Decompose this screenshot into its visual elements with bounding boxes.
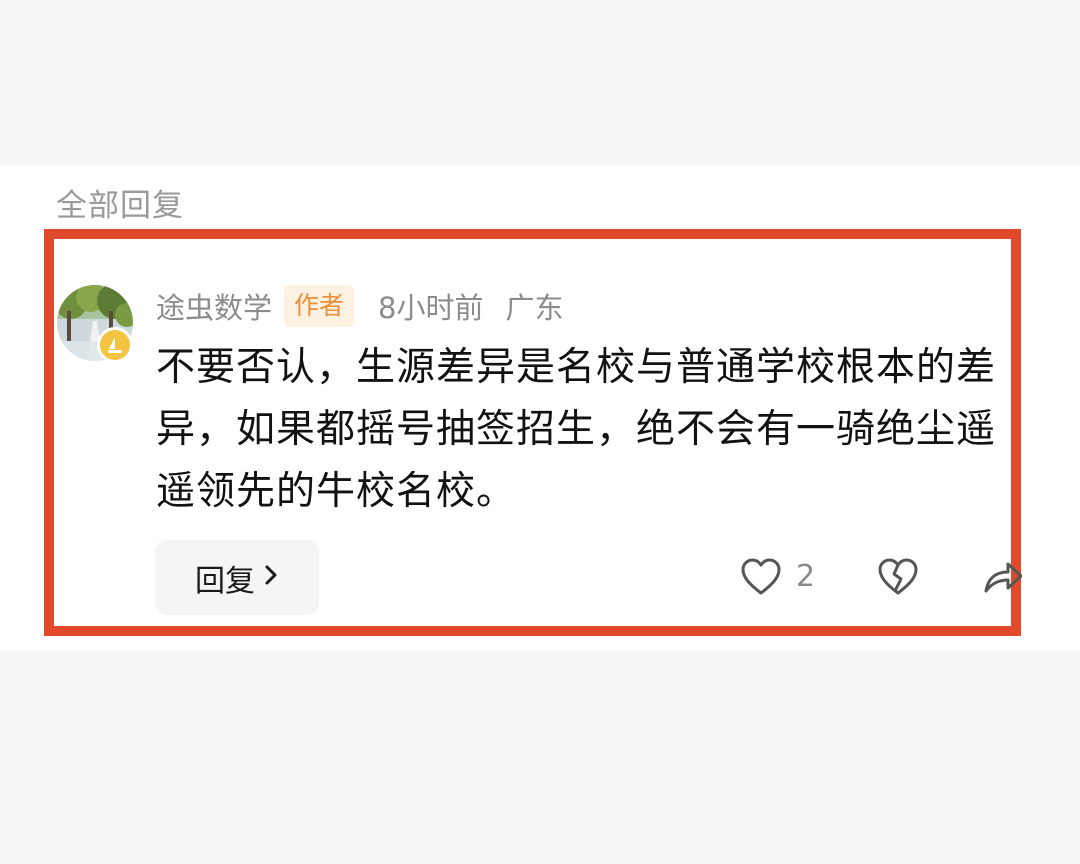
like-count: 2 [796, 559, 816, 594]
heart-icon[interactable] [740, 557, 782, 597]
chevron-right-icon [263, 560, 279, 595]
avatar-badge [97, 327, 133, 363]
author-tag: 作者 [284, 285, 355, 327]
section-title: 全部回复 [56, 188, 184, 224]
broken-heart-icon[interactable] [877, 557, 919, 597]
comment-region: 广东 [505, 291, 564, 325]
sailboat-icon [108, 337, 122, 353]
reply-button-label: 回复 [195, 563, 255, 599]
share-icon[interactable] [982, 556, 1023, 596]
comment-body: 不要否认，生源差异是名校与普通学校根本的差异，如果都摇号抽签招生，绝不会有一骑绝… [156, 345, 997, 514]
comment-time: 8小时前 [378, 291, 484, 325]
username[interactable]: 途虫数学 [156, 285, 272, 327]
comment-meta: 途虫数学 作者 8小时前 广东 [156, 284, 564, 328]
reply-button[interactable]: 回复 [155, 540, 319, 615]
